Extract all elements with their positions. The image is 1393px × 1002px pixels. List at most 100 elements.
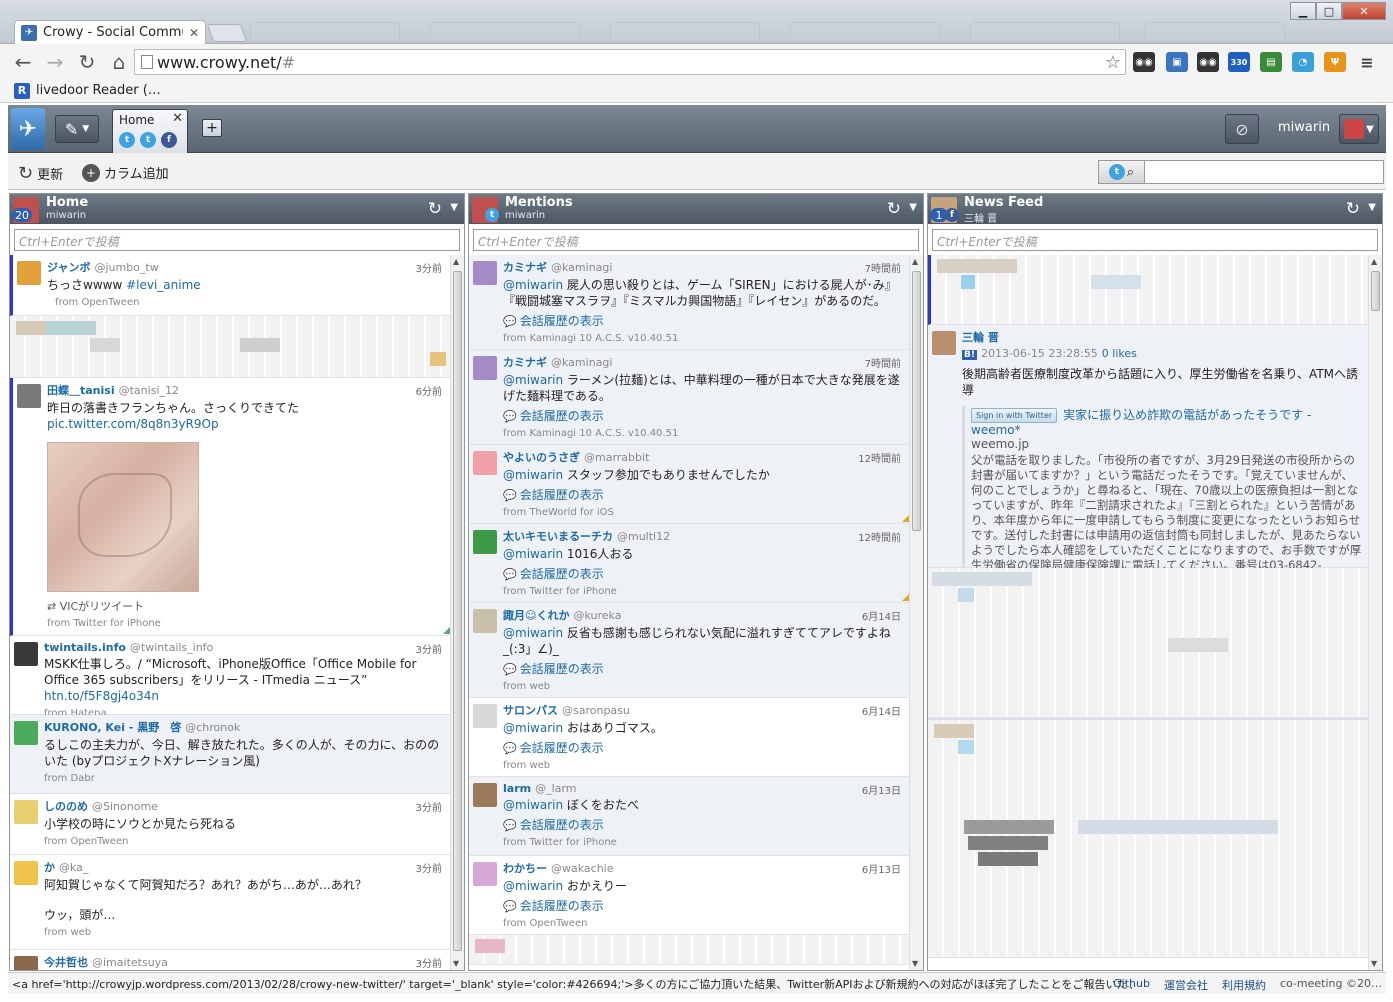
address-bar[interactable]: www.crowy.net/# ☆ <box>134 49 1126 75</box>
background-tab[interactable] <box>1145 22 1285 42</box>
extension-fork-icon[interactable]: Ψ <box>1324 52 1346 72</box>
scroll-up-icon[interactable]: ▲ <box>912 257 918 266</box>
refresh-icon[interactable]: ↻ <box>428 199 442 219</box>
conversation-link[interactable]: 💬 会話履歴の表示 <box>503 312 903 329</box>
scrollbar[interactable]: ▲ ▼ <box>1368 255 1382 970</box>
extension-screen-icon[interactable]: ▣ <box>1166 52 1188 72</box>
feed-post[interactable]: 三輪 晋 B! 2013-06-15 23:28:55 0 likes 後期高齢者医… <box>928 325 1382 588</box>
terms-link[interactable]: 利用規約 <box>1222 977 1266 993</box>
add-tab-button[interactable]: + <box>202 119 222 137</box>
tweet-author[interactable]: larm <box>503 782 531 795</box>
tweet[interactable]: わかちー @wakachie 6月13日 @miwarin おかえりー 💬 会話履歴… <box>469 856 923 935</box>
chevron-down-icon[interactable]: ▼ <box>450 202 458 213</box>
tweet-author[interactable]: しののめ <box>44 800 88 813</box>
source-name[interactable]: web <box>529 681 550 692</box>
search-service-button[interactable]: t ⌕ <box>1099 161 1145 183</box>
extension-hatena-icon[interactable]: 330 <box>1228 52 1250 72</box>
tweet-author[interactable]: サロンパス <box>503 704 558 717</box>
tweet[interactable]: しののめ @Sinonome 3分前 小学校の時にソウとか見たら死ねる from … <box>10 794 464 855</box>
source-name[interactable]: Kaminagi 10 A.C.S. v10.40.51 <box>529 333 678 344</box>
tweet-author[interactable]: KURONO, Kei - 黒野 啓 <box>44 721 181 734</box>
source-name[interactable]: Dabr <box>70 773 94 784</box>
tweet-author[interactable]: twintails.info <box>44 641 126 654</box>
post-author[interactable]: 三輪 晋 <box>962 331 999 344</box>
mention-link[interactable]: @miwarin <box>503 373 563 387</box>
hashtag-link[interactable]: #levi_anime <box>126 278 201 292</box>
search-input[interactable] <box>1145 161 1383 183</box>
back-icon[interactable]: ← <box>14 50 32 74</box>
maximize-icon[interactable]: □ <box>1316 2 1342 20</box>
footer-notice[interactable]: <a href='http://crowyjp.wordpress.com/20… <box>12 976 1132 992</box>
scroll-down-icon[interactable]: ▼ <box>1371 959 1377 968</box>
crowy-logo-icon[interactable]: ✈ <box>11 108 45 150</box>
refresh-button[interactable]: ↻ 更新 <box>18 163 63 184</box>
background-tab[interactable] <box>610 22 760 42</box>
scroll-down-icon[interactable]: ▼ <box>453 959 459 968</box>
extension-clock-icon[interactable]: ◔ <box>1292 52 1314 72</box>
conversation-link[interactable]: 💬 会話履歴の表示 <box>503 486 903 503</box>
scrollbar[interactable]: ▲ ▼ <box>909 255 923 970</box>
scroll-thumb[interactable] <box>1371 271 1380 311</box>
mention-link[interactable]: @miwarin <box>503 468 563 482</box>
tweet-photo[interactable] <box>47 442 199 592</box>
mention-link[interactable]: @miwarin <box>503 547 563 561</box>
mention-link[interactable]: @miwarin <box>503 798 563 812</box>
mention-link[interactable]: @miwarin <box>503 626 563 640</box>
media-link[interactable]: pic.twitter.com/8q8n3yR9Op <box>47 417 219 431</box>
tweet[interactable]: 太いキモいまるーチカ @multi12 12時間前 @miwarin 1016人お… <box>469 524 923 603</box>
background-tab[interactable] <box>430 22 580 42</box>
source-name[interactable]: OpenTween <box>529 918 587 929</box>
sign-in-twitter-button[interactable]: Sign in with Twitter <box>971 408 1058 423</box>
scroll-up-icon[interactable]: ▲ <box>1371 257 1377 266</box>
tweet-author[interactable]: か <box>44 861 55 874</box>
link-card[interactable]: Sign in with Twitter 実家に振り込め詐欺の電話があったそうです… <box>962 406 1362 588</box>
scroll-thumb[interactable] <box>453 271 462 951</box>
source-name[interactable]: OpenTween <box>70 836 128 847</box>
close-window-icon[interactable]: ✕ <box>1342 2 1386 20</box>
post-input[interactable]: Ctrl+Enterで投稿 <box>932 229 1378 251</box>
tweet[interactable]: 今井哲也 @imaitetsuya 3分前 <box>10 950 464 970</box>
post-likes[interactable]: 0 likes <box>1102 347 1137 360</box>
extension-mask-icon[interactable]: ◉◉ <box>1197 52 1219 72</box>
background-tab[interactable] <box>790 22 940 42</box>
scrollbar[interactable]: ▲ ▼ <box>450 255 464 970</box>
source-name[interactable]: Kaminagi 10 A.C.S. v10.40.51 <box>529 428 678 439</box>
tweet-author[interactable]: 諏月☺くれか <box>503 609 569 622</box>
forward-icon[interactable]: → <box>46 50 64 74</box>
source-name[interactable]: Twitter for iPhone <box>529 586 616 597</box>
tweet[interactable]: twintails.info @twintails_info 3分前 MSKK仕事… <box>10 636 464 719</box>
source-name[interactable]: OpenTween <box>81 297 139 308</box>
home-icon[interactable]: ⌂ <box>110 50 128 74</box>
tweet[interactable]: larm @_larm 6月13日 @miwarin ぼくをおたべ 💬 会話履歴の表… <box>469 777 923 856</box>
close-icon[interactable]: ✕ <box>189 26 199 40</box>
extension-evernote-icon[interactable]: ▤ <box>1260 52 1282 72</box>
chevron-down-icon[interactable]: ▼ <box>1368 202 1376 213</box>
tweet-author[interactable]: カミナギ <box>503 356 547 369</box>
reload-icon[interactable]: ↻ <box>78 50 96 74</box>
tweet-author[interactable]: 今井哲也 <box>44 956 88 969</box>
tweet-author[interactable]: 田蝶＿tanisi <box>47 384 115 397</box>
scroll-up-icon[interactable]: ▲ <box>453 257 459 266</box>
scroll-thumb[interactable] <box>912 271 921 531</box>
add-column-button[interactable]: + カラム追加 <box>82 163 169 182</box>
tweet-author[interactable]: わかちー <box>503 862 547 875</box>
conversation-link[interactable]: 💬 会話履歴の表示 <box>503 816 903 833</box>
tweet-author[interactable]: ジャンボ <box>47 261 90 274</box>
user-menu-button[interactable]: ▼ <box>1339 114 1379 144</box>
tweet[interactable]: やよいのうさぎ @marrabbit 12時間前 @miwarin スタッフ参加で… <box>469 445 923 524</box>
mention-link[interactable]: @miwarin <box>503 721 563 735</box>
new-tab-button[interactable] <box>206 24 248 42</box>
menu-icon[interactable]: ≡ <box>1356 52 1378 72</box>
compose-button[interactable]: ✎ ▼ <box>55 115 99 143</box>
post-input[interactable]: Ctrl+Enterで投稿 <box>473 229 919 251</box>
refresh-icon[interactable]: ↻ <box>1346 199 1360 219</box>
background-tab[interactable] <box>250 22 400 42</box>
conversation-link[interactable]: 💬 会話履歴の表示 <box>503 407 903 424</box>
close-tab-icon[interactable]: ✕ <box>172 111 183 126</box>
tweet[interactable]: ジャンボ @jumbo_tw 3分前 ちっさwwww #levi_anime fr… <box>10 255 464 316</box>
mute-button[interactable]: ⊘ <box>1225 114 1259 144</box>
chevron-down-icon[interactable]: ▼ <box>909 202 917 213</box>
tweet[interactable]: カミナギ @kaminagi 7時間前 @miwarin 屍人の思い殺りとは、ゲー… <box>469 255 923 350</box>
refresh-icon[interactable]: ↻ <box>887 199 901 219</box>
company-link[interactable]: 運営会社 <box>1164 977 1208 993</box>
